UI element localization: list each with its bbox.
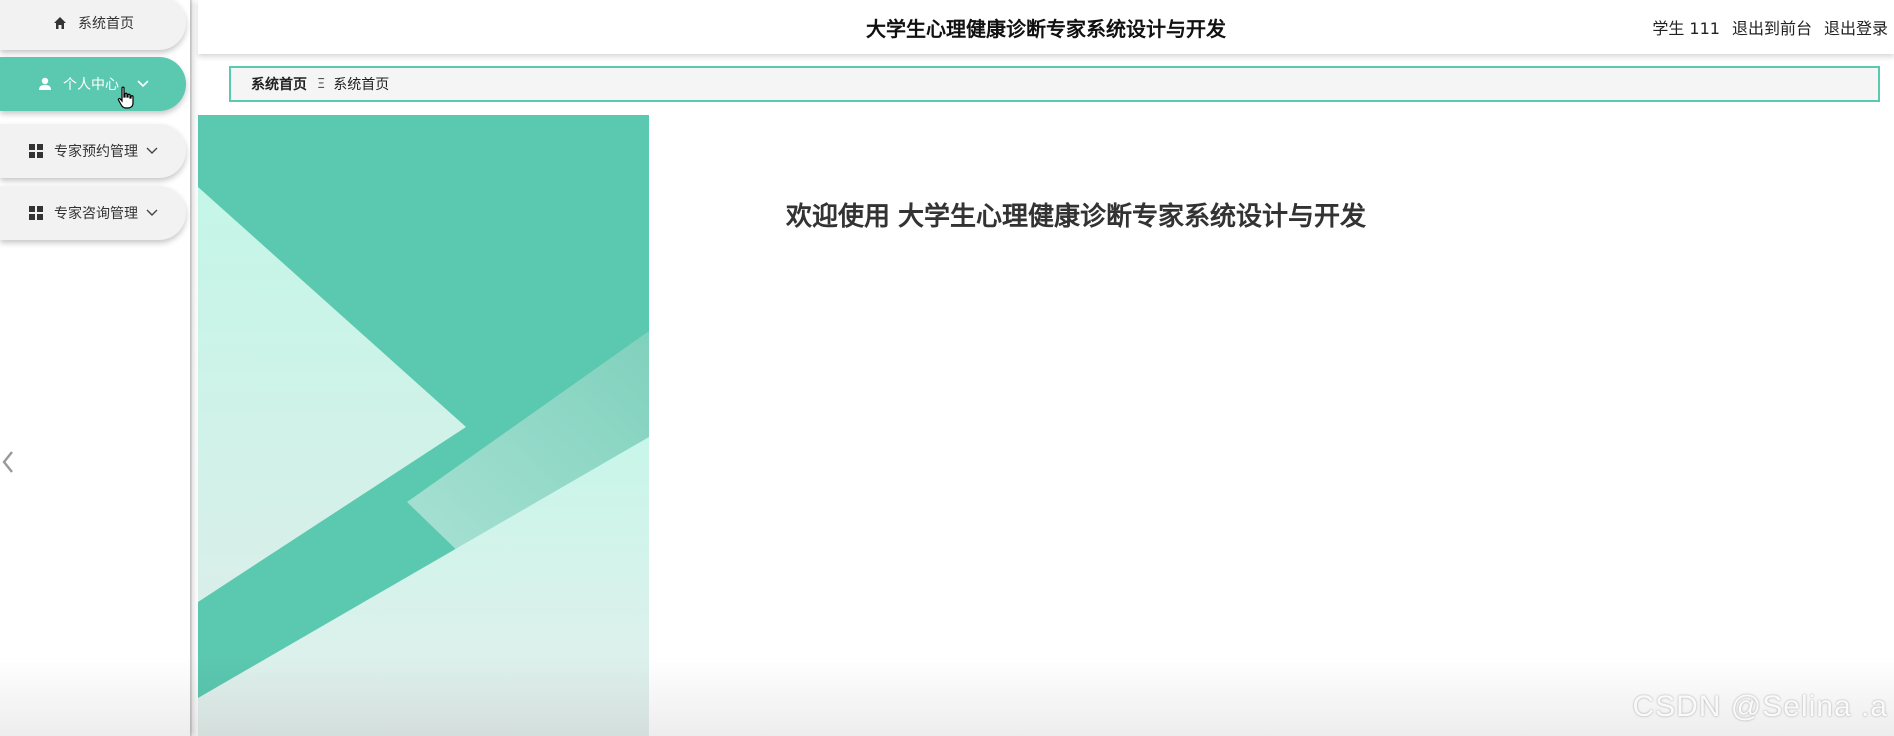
app-page: 系统首页 个人中心 专家预约管理 专家咨询管理 大学生心理健康诊断专家系统设计与… (0, 0, 1894, 736)
user-icon (37, 76, 53, 92)
logout-link[interactable]: 退出登录 (1824, 15, 1888, 39)
chevron-down-icon[interactable] (137, 78, 149, 90)
sidebar-item-label: 个人中心 (63, 77, 119, 93)
sidebar-item-label: 系统首页 (78, 16, 134, 32)
chevron-down-icon[interactable] (146, 207, 158, 219)
chevron-down-icon[interactable] (146, 145, 158, 157)
breadcrumb: 系统首页 Ξ 系统首页 (229, 66, 1880, 102)
sidebar-item-label: 专家咨询管理 (54, 206, 138, 222)
sidebar-item-label: 专家预约管理 (54, 144, 138, 160)
sidebar-item-home[interactable]: 系统首页 (0, 0, 186, 50)
watermark: CSDN @Selina .a (1632, 690, 1888, 723)
breadcrumb-home[interactable]: 系统首页 (251, 74, 307, 94)
back-to-front-link[interactable]: 退出到前台 (1732, 15, 1812, 39)
grid-icon (28, 143, 44, 159)
breadcrumb-current: 系统首页 (333, 77, 390, 93)
breadcrumb-separator-icon: Ξ (317, 76, 326, 92)
sidebar-item-expert-appointment[interactable]: 专家预约管理 (0, 124, 186, 178)
sidebar-item-expert-consult[interactable]: 专家咨询管理 (0, 186, 186, 240)
welcome-message: 欢迎使用 大学生心理健康诊断专家系统设计与开发 (786, 196, 1366, 233)
collapse-sidebar-icon[interactable] (0, 448, 16, 476)
sidebar-item-profile[interactable]: 个人中心 (0, 57, 186, 111)
hand-cursor-icon (116, 86, 136, 110)
welcome-prefix: 欢迎使用 (786, 202, 891, 232)
header-user-actions: 学生 111 退出到前台 退出登录 (1652, 15, 1888, 39)
home-icon (52, 15, 68, 31)
decorative-banner (198, 115, 649, 736)
welcome-system-name: 大学生心理健康诊断专家系统设计与开发 (898, 202, 1367, 232)
sidebar: 系统首页 个人中心 专家预约管理 专家咨询管理 (0, 0, 190, 736)
user-name: 学生 111 (1652, 19, 1720, 38)
app-title: 大学生心理健康诊断专家系统设计与开发 (866, 17, 1226, 41)
top-header: 大学生心理健康诊断专家系统设计与开发 学生 111 退出到前台 退出登录 (198, 0, 1894, 54)
decorative-shapes (198, 115, 649, 736)
grid-icon (28, 205, 44, 221)
